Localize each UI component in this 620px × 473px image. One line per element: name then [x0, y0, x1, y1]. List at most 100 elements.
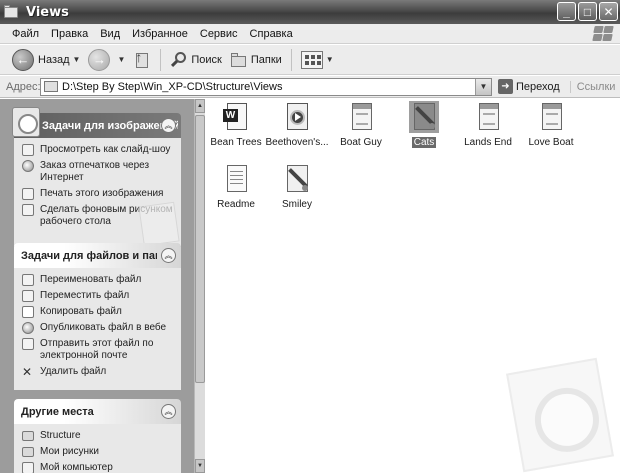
- file-view[interactable]: W Bean Trees Beethoven's... Boat Guy Cat…: [206, 99, 620, 473]
- task-publish-web[interactable]: Опубликовать файл в вебе: [22, 322, 175, 334]
- task-slideshow[interactable]: Просмотреть как слайд-шоу: [22, 144, 175, 156]
- up-folder-button[interactable]: ↑: [129, 48, 155, 72]
- media-file-icon: [282, 101, 312, 133]
- scroll-thumb[interactable]: [195, 115, 205, 383]
- folder-icon: [22, 431, 34, 441]
- watermark-icon: [506, 357, 614, 473]
- file-tasks-header[interactable]: Задачи для файлов и папок ︽: [14, 243, 181, 268]
- maximize-button[interactable]: □: [578, 2, 597, 21]
- links-button[interactable]: Ссылки: [569, 80, 615, 93]
- place-structure[interactable]: Structure: [22, 430, 175, 442]
- delete-icon: ✕: [22, 365, 33, 379]
- scroll-down-button[interactable]: ▼: [195, 459, 205, 473]
- rename-icon: [22, 274, 34, 286]
- globe-icon: [22, 322, 34, 334]
- collapse-icon[interactable]: ︽: [161, 248, 176, 263]
- file-item[interactable]: Beethoven's...: [265, 101, 329, 148]
- file-item[interactable]: Smiley: [265, 163, 329, 210]
- email-icon: [22, 338, 34, 350]
- search-label: Поиск: [191, 53, 222, 66]
- task-order-prints[interactable]: Заказ отпечатков через Интернет: [22, 160, 175, 184]
- menu-edit[interactable]: Правка: [45, 28, 94, 40]
- go-label: Переход: [516, 80, 560, 93]
- image-tasks-title: Задачи для изображений: [42, 119, 178, 132]
- window-title: Views: [26, 4, 69, 20]
- task-move-file[interactable]: Переместить файл: [22, 290, 175, 302]
- toolbar: ← Назад ▼ → ▼ ↑ Поиск Папки ▼: [0, 45, 620, 75]
- go-arrow-icon: ➜: [498, 79, 513, 94]
- task-delete-file[interactable]: ✕ Удалить файл: [22, 366, 175, 378]
- windows-logo-icon: [592, 25, 614, 43]
- address-dropdown-button[interactable]: ▼: [475, 78, 491, 95]
- forward-button[interactable]: → ▼: [84, 48, 129, 72]
- scroll-up-button[interactable]: ▲: [195, 99, 205, 113]
- title-bar[interactable]: Views _ □ ✕: [0, 0, 620, 24]
- folders-icon: [230, 52, 248, 68]
- file-tasks-panel: Задачи для файлов и папок ︽ Переименоват…: [14, 243, 181, 390]
- close-button[interactable]: ✕: [599, 2, 618, 21]
- move-icon: [22, 290, 34, 302]
- file-tasks-title: Задачи для файлов и папок: [21, 249, 157, 262]
- file-item[interactable]: Lands End: [456, 101, 520, 148]
- task-rename-file[interactable]: Переименовать файл: [22, 274, 175, 286]
- back-arrow-icon: ←: [12, 48, 34, 71]
- other-places-header[interactable]: Другие места ︽: [14, 399, 181, 424]
- menu-favorites[interactable]: Избранное: [126, 28, 194, 40]
- folders-button[interactable]: Папки: [226, 48, 286, 72]
- toolbar-separator: [160, 48, 162, 71]
- image-document-icon: [473, 101, 503, 133]
- place-my-computer[interactable]: Мой компьютер: [22, 462, 175, 473]
- menu-help[interactable]: Справка: [244, 28, 299, 40]
- file-label: Bean Trees: [210, 137, 262, 148]
- file-item[interactable]: Love Boat: [519, 101, 583, 148]
- file-label: Readme: [217, 199, 255, 210]
- task-copy-file[interactable]: Копировать файл: [22, 306, 175, 318]
- folder-icon: [44, 81, 58, 92]
- other-places-title: Другие места: [21, 405, 94, 418]
- go-button[interactable]: ➜ Переход: [498, 79, 560, 94]
- address-value[interactable]: D:\Step By Step\Win_XP-CD\Structure\View…: [62, 81, 283, 93]
- chevron-down-icon[interactable]: ▼: [117, 55, 125, 64]
- file-label: Beethoven's...: [265, 137, 329, 148]
- forward-arrow-icon: →: [88, 48, 111, 71]
- views-icon: [300, 50, 323, 69]
- minimize-button[interactable]: _: [557, 2, 576, 21]
- collapse-icon[interactable]: ︽: [161, 118, 176, 133]
- views-button[interactable]: ▼: [297, 48, 338, 72]
- menu-view[interactable]: Вид: [94, 28, 126, 40]
- file-item[interactable]: Readme: [206, 163, 268, 210]
- image-tasks-panel: Задачи для изображений ︽ Просмотреть как…: [12, 107, 181, 247]
- menu-file[interactable]: Файл: [6, 28, 45, 40]
- place-my-pictures[interactable]: Мои рисунки: [22, 446, 175, 458]
- camera-icon: [12, 107, 40, 137]
- paint-image-icon: [282, 163, 312, 195]
- image-tasks-header[interactable]: Задачи для изображений ︽: [12, 107, 181, 138]
- image-document-icon: [346, 101, 376, 133]
- task-pane-scrollbar[interactable]: ▲ ▼: [194, 99, 205, 473]
- folder-icon: [4, 5, 20, 19]
- address-bar: Адрес: D:\Step By Step\Win_XP-CD\Structu…: [0, 76, 620, 98]
- printer-icon: [22, 188, 34, 200]
- file-item-selected[interactable]: Cats: [392, 101, 456, 148]
- address-label: Адрес:: [6, 80, 41, 93]
- up-folder-icon: ↑: [133, 49, 151, 70]
- folders-label: Папки: [250, 53, 282, 66]
- word-document-icon: W: [221, 101, 251, 133]
- address-input[interactable]: D:\Step By Step\Win_XP-CD\Structure\View…: [40, 77, 492, 96]
- chevron-down-icon[interactable]: ▼: [73, 55, 81, 64]
- file-label: Boat Guy: [340, 137, 382, 148]
- search-icon: [170, 51, 188, 69]
- search-button[interactable]: Поиск: [166, 48, 225, 72]
- file-label: Love Boat: [528, 137, 574, 148]
- task-print-image[interactable]: Печать этого изображения: [22, 188, 175, 200]
- file-item[interactable]: Boat Guy: [329, 101, 393, 148]
- chevron-down-icon[interactable]: ▼: [326, 55, 334, 64]
- task-email-file[interactable]: Отправить этот файл по электронной почте: [22, 338, 175, 362]
- my-pictures-icon: [22, 447, 34, 457]
- file-item[interactable]: W Bean Trees: [206, 101, 268, 148]
- back-label: Назад: [38, 53, 70, 66]
- collapse-icon[interactable]: ︽: [161, 404, 176, 419]
- computer-icon: [22, 462, 34, 473]
- back-button[interactable]: ← Назад ▼: [8, 48, 84, 72]
- menu-tools[interactable]: Сервис: [194, 28, 244, 40]
